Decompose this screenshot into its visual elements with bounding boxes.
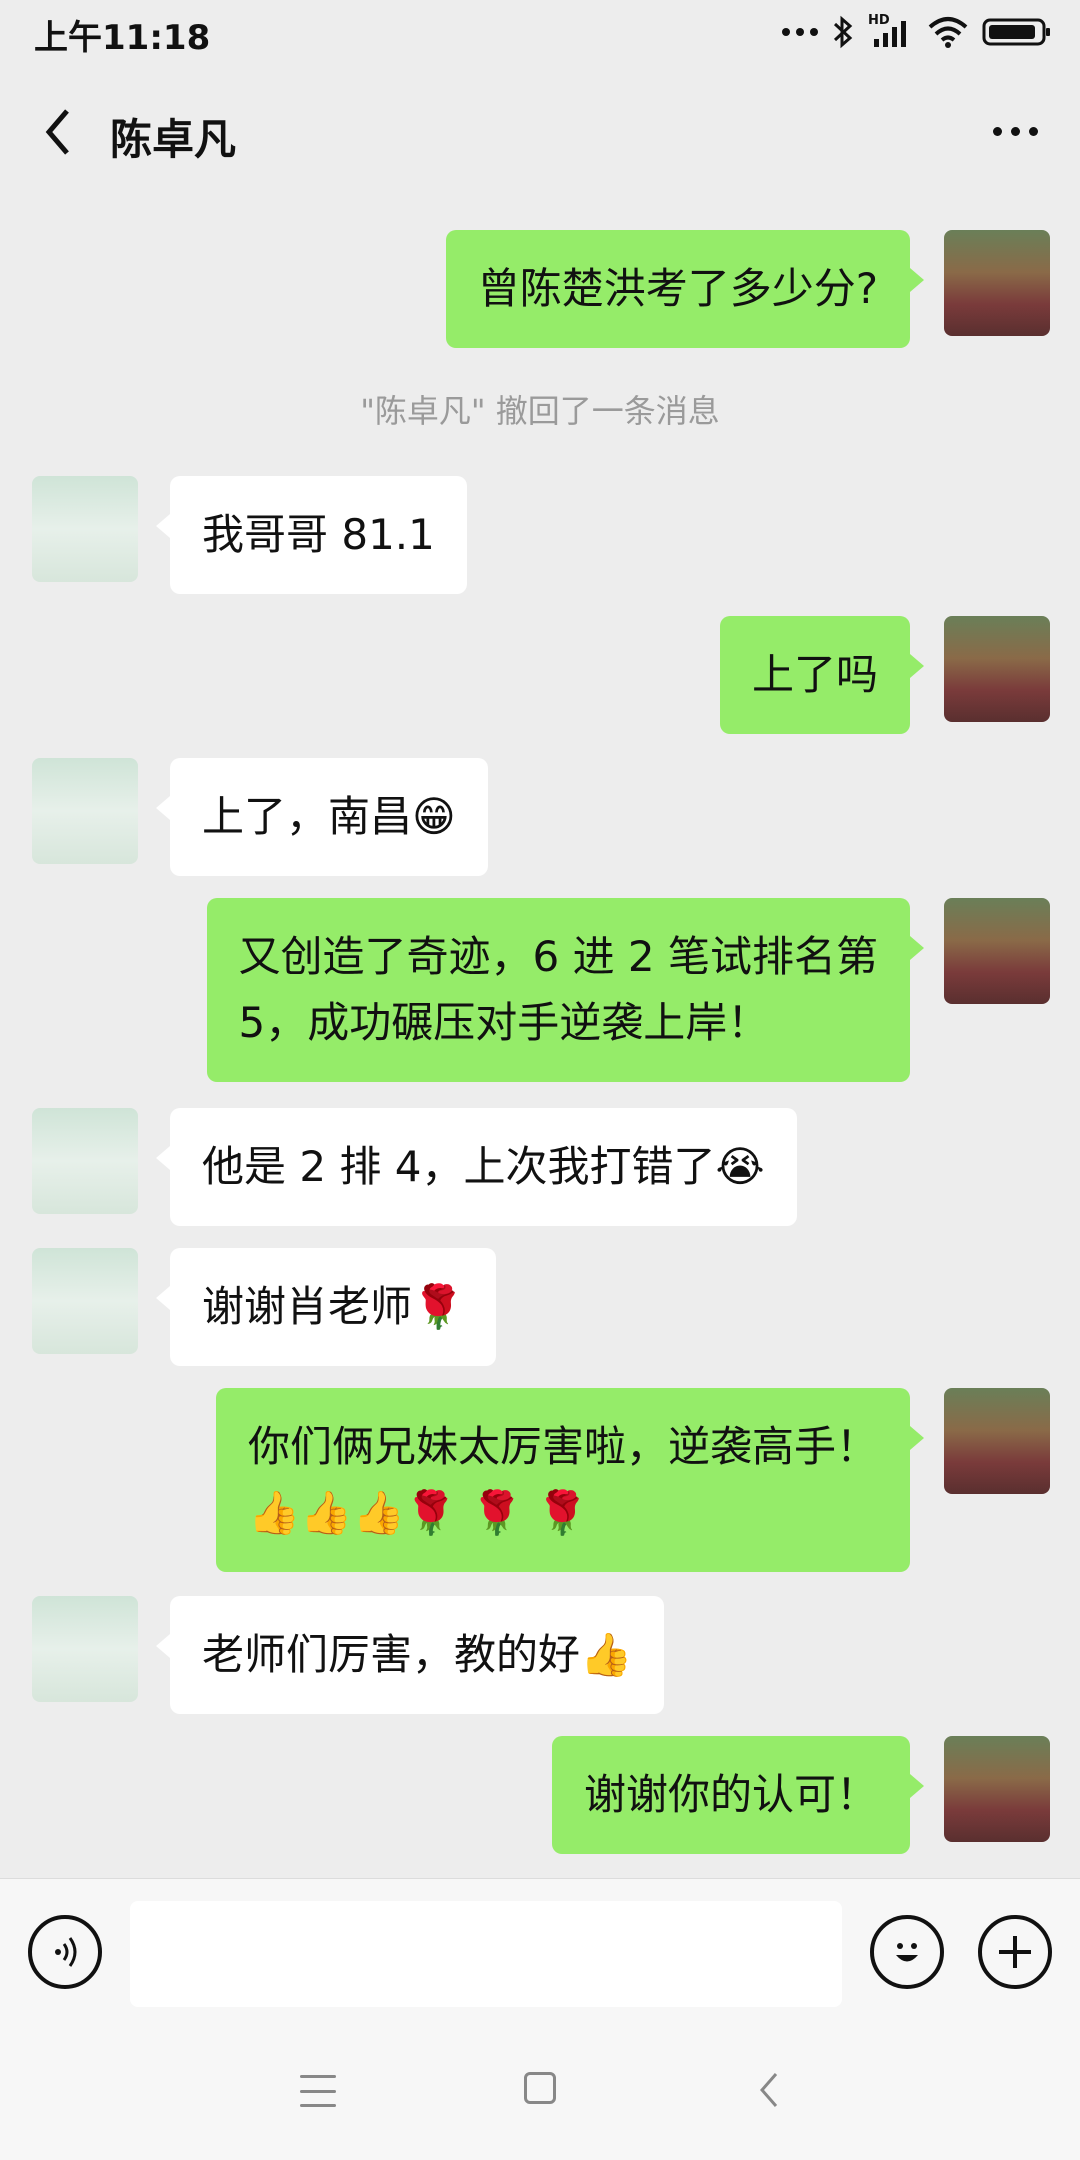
my-avatar[interactable] (944, 616, 1050, 722)
emoji-icon (896, 1943, 918, 1962)
plus-button[interactable] (978, 1915, 1052, 1989)
contact-avatar[interactable] (32, 1108, 138, 1214)
contact-avatar[interactable] (32, 1248, 138, 1354)
battery-icon (982, 18, 1050, 46)
wifi-icon (928, 17, 968, 48)
more-dots-icon (992, 126, 1002, 136)
contact-avatar[interactable] (32, 758, 138, 864)
status-time: 上午11:18 (34, 18, 211, 58)
received-bubble[interactable]: 上了，南昌😁 (156, 758, 488, 876)
more-notifications-icon (782, 28, 818, 36)
contact-avatar[interactable] (32, 1596, 138, 1702)
my-avatar[interactable] (944, 898, 1050, 1004)
voice-icon (55, 1937, 77, 1967)
recents-button[interactable] (300, 2075, 336, 2107)
sent-bubble[interactable]: 曾陈楚洪考了多少分? (445, 230, 925, 348)
my-avatar[interactable] (944, 1736, 1050, 1842)
more-button[interactable] (980, 106, 1050, 156)
bluetooth-icon (833, 15, 853, 49)
input-bar (0, 1878, 1080, 2031)
received-bubble[interactable]: 他是 2 排 4，上次我打错了😭 (156, 1108, 797, 1226)
sent-bubble[interactable]: 你们俩兄妹太厉害啦，逆袭高手！ 👍👍👍🌹 🌹 🌹 (215, 1388, 925, 1572)
message-input[interactable] (130, 1901, 842, 2007)
sent-bubble[interactable]: 上了吗 (719, 616, 925, 734)
received-bubble[interactable]: 我哥哥 81.1 (156, 476, 467, 594)
back-button[interactable] (28, 102, 88, 162)
sent-bubble[interactable]: 谢谢你的认可！ (551, 1736, 925, 1854)
chat-area[interactable]: 曾陈楚洪考了多少分? "陈卓凡" 撤回了一条消息 我哥哥 81.1 上了吗 上了… (0, 196, 1080, 1878)
chat-header: 陈卓凡 (0, 66, 1080, 196)
chat-title: 陈卓凡 (110, 115, 237, 164)
received-bubble[interactable]: 老师们厉害，教的好👍 (155, 1596, 665, 1714)
status-bar: 上午11:18 HD (0, 0, 1080, 66)
voice-button[interactable] (28, 1915, 102, 1989)
status-icons: HD (782, 12, 1052, 52)
sent-bubble[interactable]: 又创造了奇迹，6 进 2 笔试排名第 5，成功碾压对手逆袭上岸！ (206, 898, 924, 1082)
plus-icon (999, 1936, 1031, 1968)
recall-notice: "陈卓凡" 撤回了一条消息 (360, 392, 720, 430)
emoji-button[interactable] (870, 1915, 944, 1989)
my-avatar[interactable] (944, 1388, 1050, 1494)
home-button[interactable] (524, 2072, 556, 2104)
my-avatar[interactable] (944, 230, 1050, 336)
signal-icon: HD (868, 13, 914, 49)
chevron-left-icon (45, 109, 69, 155)
contact-avatar[interactable] (32, 476, 138, 582)
system-nav-bar (0, 2030, 1080, 2160)
nav-back-icon[interactable] (750, 2070, 790, 2110)
received-bubble[interactable]: 谢谢肖老师🌹 (155, 1248, 497, 1366)
